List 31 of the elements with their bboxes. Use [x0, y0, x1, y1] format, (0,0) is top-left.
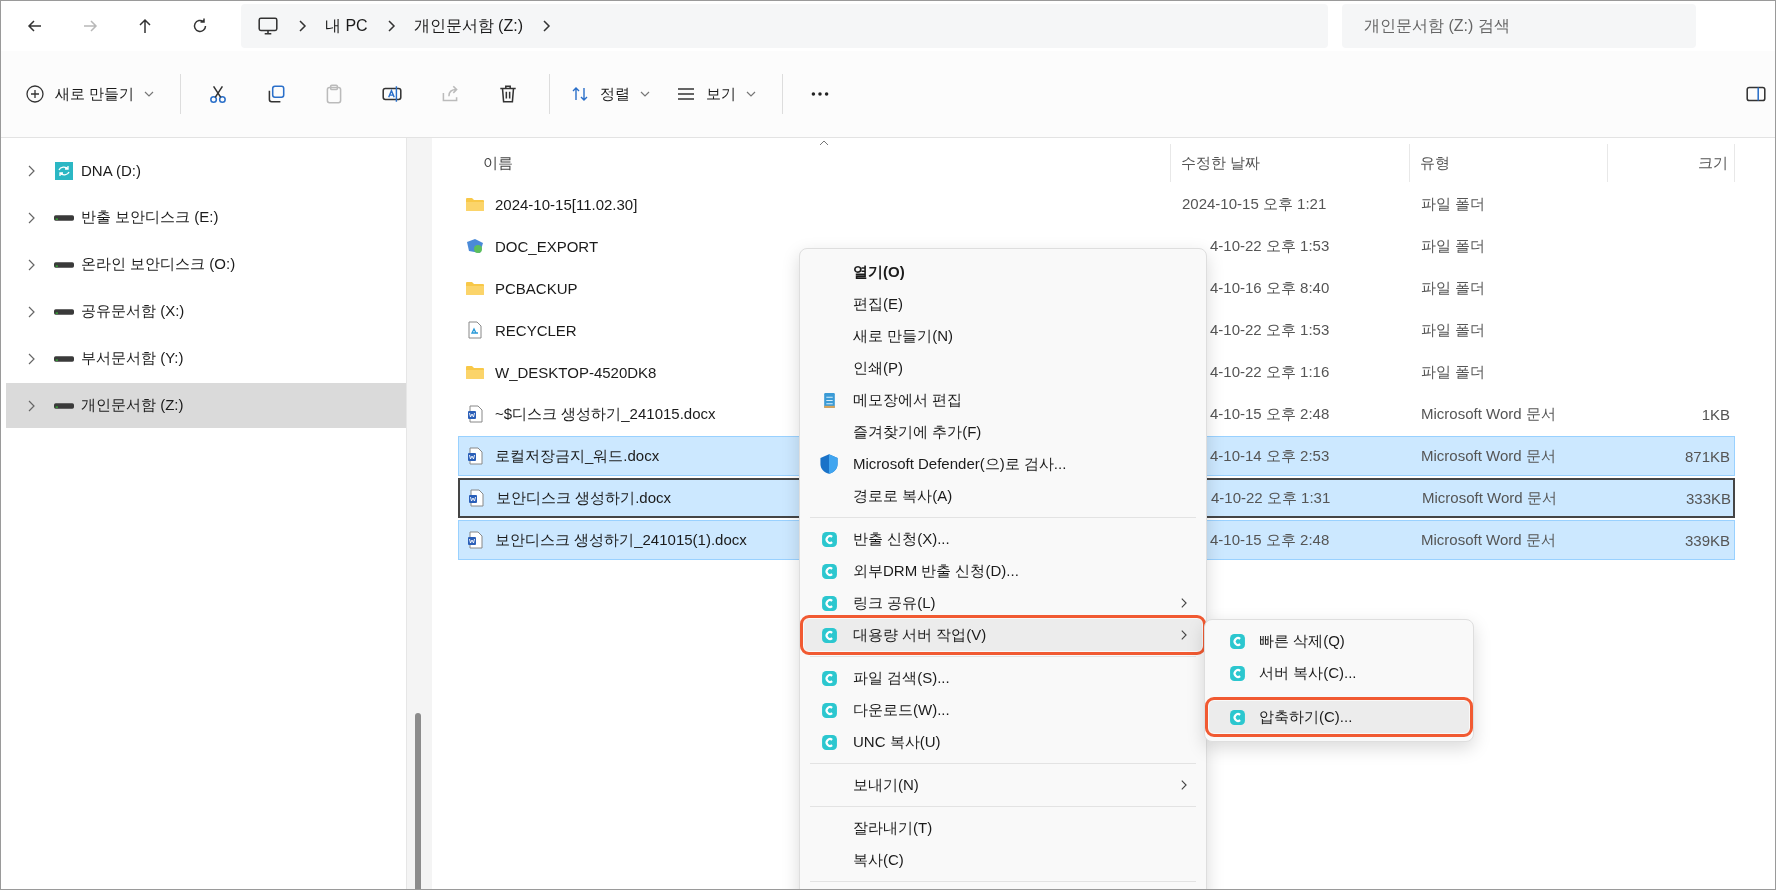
type-cell-text: Microsoft Word 문서 [1420, 404, 1557, 424]
date-cell-text: 4-10-15 오후 2:48 [1209, 404, 1331, 424]
date-cell-text: 4-10-16 오후 8:40 [1209, 278, 1331, 298]
type-cell-text: 파일 폴더 [1420, 362, 1487, 382]
file-name: W_DESKTOP-4520DK8 [495, 363, 657, 381]
file-name: 보안디스크 생성하기.docx [496, 488, 672, 508]
file-name: 보안디스크 생성하기_241015(1).docx [495, 530, 747, 550]
size-cell-text: 1KB [1700, 405, 1731, 423]
type-cell-text: Microsoft Word 문서 [1421, 488, 1558, 508]
file-name: 2024-10-15[11.02.30] [495, 195, 638, 213]
file-name: ~$디스크 생성하기_241015.docx [495, 404, 716, 424]
file-name: RECYCLER [495, 321, 577, 339]
date-cell-text: 4-10-15 오후 2:48 [1209, 530, 1331, 550]
date-cell-text: 2024-10-15 오후 1:21 [1181, 194, 1328, 214]
date-cell-text: 4-10-22 오후 1:53 [1209, 320, 1331, 340]
size-cell-text: 871KB [1683, 447, 1731, 465]
type-cell-text: 파일 폴더 [1420, 320, 1487, 340]
date-cell-text: 4-10-22 오후 1:16 [1209, 362, 1331, 382]
file-name: 로컬저장금지_워드.docx [495, 446, 660, 466]
date-cell-text: 4-10-22 오후 1:31 [1210, 488, 1332, 508]
file-name: DOC_EXPORT [495, 237, 599, 255]
type-cell-text: 파일 폴더 [1420, 278, 1487, 298]
date-cell-text: 4-10-14 오후 2:53 [1209, 446, 1331, 466]
type-cell-text: Microsoft Word 문서 [1420, 530, 1557, 550]
type-cell-text: 파일 폴더 [1420, 236, 1487, 256]
file-name: PCBACKUP [495, 279, 578, 297]
date-cell-text: 4-10-22 오후 1:53 [1209, 236, 1331, 256]
type-cell-text: Microsoft Word 문서 [1420, 446, 1557, 466]
type-cell-text: 파일 폴더 [1420, 194, 1487, 214]
size-cell-text: 339KB [1683, 531, 1731, 549]
size-cell-text: 333KB [1684, 489, 1732, 507]
